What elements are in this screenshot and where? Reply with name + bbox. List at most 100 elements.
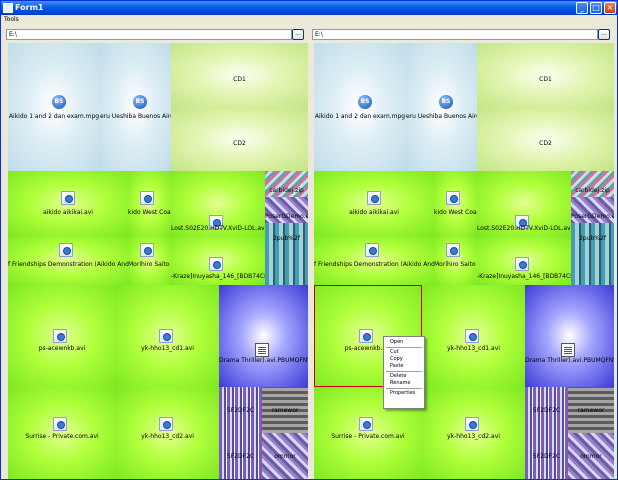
context-menu-item-delete[interactable]: Delete (384, 373, 424, 380)
bs-icon: BS (52, 95, 66, 109)
treemap-cell[interactable]: CD2 (171, 107, 308, 171)
cell-label: carbidej.zip (269, 187, 304, 194)
maximize-button[interactable]: □ (590, 2, 602, 14)
menu-bar: Tools (1, 15, 617, 25)
cell-label: carbidej.zip (575, 187, 610, 194)
cell-label: ramewor (271, 407, 299, 414)
treemap-cell[interactable]: f Friendships Demonstration (Aikido And … (314, 235, 434, 285)
cell-label: 5F2DF2C (532, 407, 561, 414)
cell-label: -Kraze]Inuyasha_146_[BDB74CF (477, 273, 571, 280)
browse-button-right[interactable]: ... (598, 29, 610, 40)
cell-label: 2pub%2f (579, 235, 606, 242)
cell-label: Morihiro Saito - J (128, 261, 171, 268)
cell-label: Drama Thriller).avi.PBUMQFNV5N (219, 357, 308, 364)
treemap-cell[interactable]: BS Aikido 1 and 2 dan exam.mpg (314, 43, 406, 171)
treemap-left[interactable]: BS Aikido 1 and 2 dan exam.mpg BS eru Ueshi… (8, 43, 308, 479)
treemap-cell[interactable]: Morihiro Saito - J (434, 235, 477, 285)
treemap-cell[interactable]: aikido aikikai.avi (8, 171, 128, 235)
doc-icon (255, 343, 269, 357)
bs-icon: BS (439, 95, 453, 109)
treemap-cell[interactable]: BS eru Ueshiba Buenos Aires (406, 43, 477, 171)
cell-label: Drama Thriller).avi.PBUMQFNV5N (525, 357, 614, 364)
cell-label: Lost.S02E20.HDTV.XviD-LOL.avi (477, 225, 571, 232)
treemap-cell[interactable]: yk-hho13_cd1.avi (116, 285, 219, 387)
treemap-cell[interactable]: carbidej.zip (265, 171, 308, 197)
context-menu-item-properties[interactable]: Properties (384, 390, 424, 397)
treemap-cell[interactable]: -Kraze]Inuyasha_146_[BDB74CF (171, 235, 265, 285)
treemap-cell[interactable]: Morihiro Saito - J (128, 235, 171, 285)
video-icon (53, 329, 67, 343)
context-menu-item-paste[interactable]: Paste (384, 363, 424, 370)
treemap-cell[interactable]: Lost.S02E20.HDTV.XviD-LOL.avi (477, 171, 571, 235)
cell-label: eru Ueshiba Buenos Aires (406, 113, 477, 120)
path-input-right[interactable]: E:\ (312, 29, 598, 40)
treemap-pane-right: E:\ ... BS Aikido 1 and 2 dan exam.mpg BS e… (309, 27, 614, 479)
cell-label: 5F2DF2C (532, 453, 561, 460)
cell-label: CD1 (539, 76, 552, 83)
menu-separator (386, 347, 422, 348)
video-icon (446, 243, 460, 257)
treemap-cell[interactable]: Lost.S02E20.HDTV.XviD-LOL.avi (171, 171, 265, 235)
context-menu-item-open[interactable]: Open (384, 339, 424, 346)
close-button[interactable]: × (604, 2, 616, 14)
treemap-cell[interactable]: kido West Coas (434, 171, 477, 235)
treemap-cell[interactable]: 2pub%2f (571, 223, 614, 285)
treemap-cell[interactable]: -Kraze]Inuyasha_146_[BDB74CF (477, 235, 571, 285)
treemap-cell[interactable]: Drama Thriller).avi.PBUMQFNV5N (219, 285, 308, 387)
video-icon (209, 257, 223, 271)
treemap-cell[interactable]: ommor (568, 433, 614, 479)
title-bar[interactable]: Form1 _ □ × (1, 1, 617, 15)
treemap-cell[interactable]: Surrise - Private.com.avi (8, 387, 116, 479)
treemap-cell[interactable]: CD1 (477, 43, 614, 107)
treemap-cell[interactable]: aikido aikikai.avi (314, 171, 434, 235)
treemap-cell[interactable]: yk-hho13_cd1.avi (422, 285, 525, 387)
treemap-cell[interactable]: PoserGDemo.exe (265, 197, 308, 223)
treemap-cell[interactable]: 5F2DF2C (525, 433, 568, 479)
cell-label: Aikido 1 and 2 dan exam.mpg (314, 113, 406, 120)
video-icon (515, 257, 529, 271)
treemap-right[interactable]: BS Aikido 1 and 2 dan exam.mpg BS eru Ueshi… (314, 43, 614, 479)
treemap-cell[interactable]: yk-hho13_cd2.avi (422, 387, 525, 479)
treemap-cell[interactable]: carbidej.zip (571, 171, 614, 197)
app-icon (3, 3, 13, 13)
cell-label: CD1 (233, 76, 246, 83)
treemap-cell[interactable]: f Friendships Demonstration (Aikido And … (8, 235, 128, 285)
treemap-cell[interactable]: 5F2DF2C (219, 387, 262, 433)
treemap-cell[interactable]: 5F2DF2C (525, 387, 568, 433)
treemap-cell[interactable]: CD2 (477, 107, 614, 171)
cell-label: CD2 (233, 140, 246, 147)
cell-label: aikido aikikai.avi (43, 209, 93, 216)
treemap-cell[interactable]: 2pub%2f (265, 223, 308, 285)
treemap-cell[interactable]: BS eru Ueshiba Buenos Aires (100, 43, 171, 171)
treemap-cell[interactable]: yk-hho13_cd2.avi (116, 387, 219, 479)
browse-button-left[interactable]: ... (292, 29, 304, 40)
cell-label: Surrise - Private.com.avi (25, 433, 99, 440)
cell-label: yk-hho13_cd2.avi (447, 433, 500, 440)
treemap-cell[interactable]: ommor (262, 433, 308, 479)
menu-separator (386, 388, 422, 389)
context-menu-item-rename[interactable]: Rename (384, 380, 424, 387)
context-menu-item-copy[interactable]: Copy (384, 356, 424, 363)
cell-label: f Friendships Demonstration (Aikido And … (8, 261, 128, 268)
video-icon (465, 329, 479, 343)
treemap-cell[interactable]: BS Aikido 1 and 2 dan exam.mpg (8, 43, 100, 171)
treemap-pane-left: E:\ ... BS Aikido 1 and 2 dan exam.mpg BS e… (3, 27, 308, 479)
video-icon (367, 191, 381, 205)
treemap-cell[interactable]: PoserGDemo.exe (571, 197, 614, 223)
cell-label: yk-hho13_cd2.avi (141, 433, 194, 440)
treemap-cell[interactable]: 5F2DF2C (219, 433, 262, 479)
treemap-cell[interactable]: ramewor (568, 387, 614, 433)
doc-icon (561, 343, 575, 357)
treemap-cell[interactable]: ramewor (262, 387, 308, 433)
treemap-cell[interactable]: kido West Coas (128, 171, 171, 235)
path-input-left[interactable]: E:\ (6, 29, 292, 40)
cell-label: ramewor (577, 407, 605, 414)
menu-tools[interactable]: Tools (4, 16, 19, 23)
minimize-button[interactable]: _ (576, 2, 588, 14)
cell-label: ommor (580, 453, 602, 460)
treemap-cell[interactable]: ps-acewnkb.avi (8, 285, 116, 387)
treemap-cell[interactable]: CD1 (171, 43, 308, 107)
context-menu-item-cut[interactable]: Cut (384, 349, 424, 356)
treemap-cell[interactable]: Drama Thriller).avi.PBUMQFNV5N (525, 285, 614, 387)
main-window: Form1 _ □ × Tools E:\ ... BS Aikido 1 and… (0, 0, 618, 480)
